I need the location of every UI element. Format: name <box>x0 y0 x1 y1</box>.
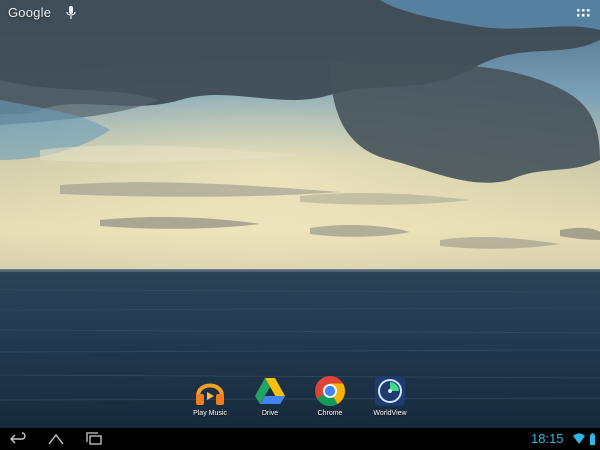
mic-icon[interactable] <box>64 5 78 21</box>
search-bar[interactable]: Google <box>0 0 600 28</box>
google-logo[interactable]: Google <box>8 5 51 20</box>
app-worldview[interactable]: WorldView <box>362 374 418 424</box>
app-chrome[interactable]: Chrome <box>302 374 358 424</box>
favorites-tray: Play Music Drive Chrome WorldView <box>180 374 420 424</box>
app-drive[interactable]: Drive <box>242 374 298 424</box>
all-apps-icon[interactable] <box>576 8 590 20</box>
drive-icon <box>255 378 285 404</box>
recents-icon[interactable] <box>84 432 104 446</box>
home-icon[interactable] <box>46 432 66 446</box>
app-label: WorldView <box>373 410 407 417</box>
app-play-music[interactable]: Play Music <box>182 374 238 424</box>
play-music-icon <box>196 383 224 405</box>
app-label: Chrome <box>317 410 343 417</box>
app-label: Play Music <box>193 410 227 417</box>
battery-icon <box>590 433 595 445</box>
status-clock[interactable]: 18:15 <box>531 431 564 446</box>
worldview-icon <box>375 376 405 406</box>
app-label: Drive <box>261 410 279 417</box>
wifi-icon <box>573 433 585 444</box>
chrome-icon <box>315 376 345 407</box>
navigation-bar: 18:15 <box>0 428 600 450</box>
back-icon[interactable] <box>8 432 28 446</box>
